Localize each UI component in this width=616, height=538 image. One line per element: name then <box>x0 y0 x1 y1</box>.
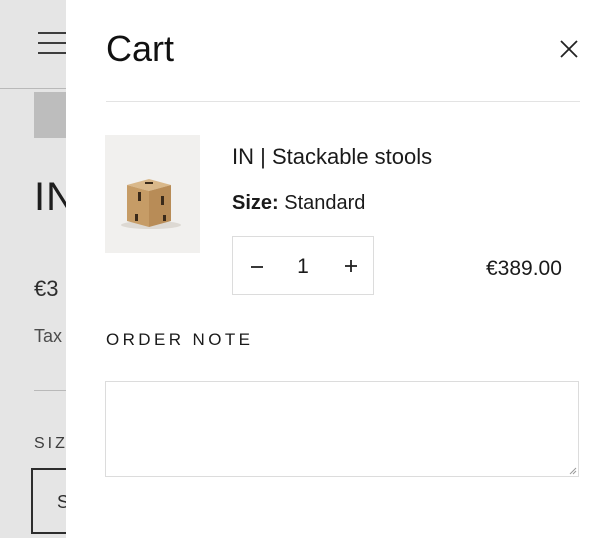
resize-handle-icon[interactable] <box>569 467 577 475</box>
minus-icon <box>251 266 263 268</box>
stool-image <box>105 135 200 253</box>
cart-item-price: €389.00 <box>486 257 562 280</box>
decrease-quantity-button[interactable] <box>242 251 272 281</box>
cart-drawer: Cart IN | Stackable stools Size: Standar… <box>66 0 616 538</box>
close-cart-button[interactable] <box>554 34 584 64</box>
quantity-stepper: 1 <box>232 236 374 295</box>
close-icon <box>560 40 578 58</box>
increase-quantity-button[interactable] <box>336 251 366 281</box>
cart-title: Cart <box>106 28 175 69</box>
plus-icon <box>345 260 357 272</box>
quantity-input[interactable]: 1 <box>273 255 333 279</box>
variant-value: Standard <box>284 192 366 214</box>
cart-item-title[interactable]: IN | Stackable stools <box>232 144 432 170</box>
cart-item-variant: Size: Standard <box>232 192 365 215</box>
variant-label: Size: <box>232 192 279 214</box>
order-note-field[interactable] <box>105 381 579 477</box>
cart-header-divider <box>106 101 580 102</box>
product-image[interactable] <box>105 135 200 253</box>
order-note-label: ORDER NOTE <box>106 330 254 349</box>
